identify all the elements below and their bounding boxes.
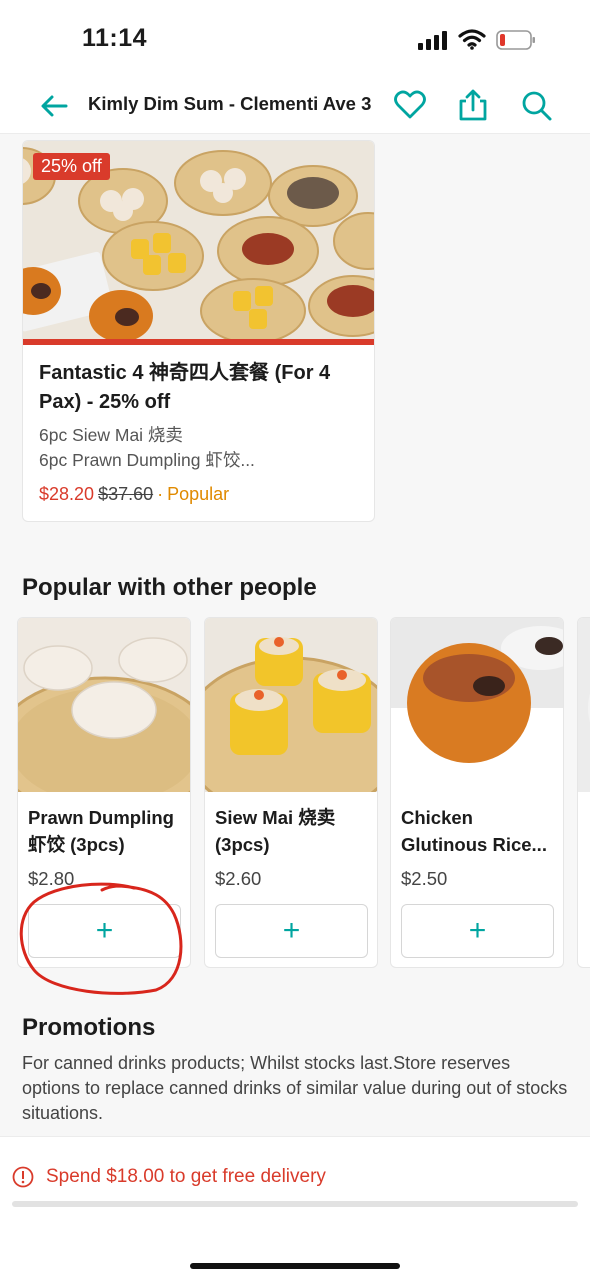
free-delivery-message: Spend $18.00 to get free delivery [46,1166,326,1187]
deal-card[interactable]: 25% off Fantastic 4 神奇四人套餐 (For 4 Pax) -… [22,140,375,522]
share-icon[interactable] [456,88,490,122]
cellular-signal-icon [418,30,448,50]
back-arrow-icon[interactable] [38,90,70,122]
prawn-dumpling-image [18,618,190,792]
status-bar: 11:14 [0,0,590,78]
deal-desc-line: 6pc Prawn Dumpling 虾饺... [39,450,255,470]
deal-price-original: $37.60 [98,484,154,504]
add-to-cart-button[interactable]: + [28,904,181,958]
popular-item-price: $2.50 [401,868,448,889]
store-title: Kimly Dim Sum - Clementi Ave 3 [88,93,372,114]
delivery-progress-bar [12,1201,578,1207]
status-time: 11:14 [82,24,148,52]
battery-icon [496,30,535,50]
popular-item-card[interactable]: Prawn Dumpling 虾饺 (3pcs) $2.80 + [17,617,191,968]
deal-description: 6pc Siew Mai 烧卖 6pc Prawn Dumpling 虾饺... [39,423,255,473]
plus-icon: + [468,914,487,947]
partial-item-image [578,618,590,792]
delivery-footer: Spend $18.00 to get free delivery [0,1136,590,1280]
popular-item-card-partial[interactable] [577,617,590,968]
wifi-icon [458,29,486,50]
price-separator: · [157,484,164,504]
popular-section-title: Popular with other people [22,574,317,601]
add-to-cart-button[interactable]: + [401,904,554,958]
popular-item-price: $2.80 [28,868,75,889]
add-to-cart-button[interactable]: + [215,904,368,958]
heart-icon[interactable] [393,88,427,122]
popular-item-name: Prawn Dumpling 虾饺 (3pcs) [28,807,174,855]
discount-badge: 25% off [33,153,110,180]
deal-title: Fantastic 4 神奇四人套餐 (For 4 Pax) - 25% off [39,362,331,413]
popular-item-card[interactable]: Siew Mai 烧卖 (3pcs) $2.60 + [204,617,378,968]
popular-tag: Popular [167,484,230,504]
plus-icon: + [95,914,114,947]
deal-image-bar [23,339,374,345]
deal-price-current: $28.20 [39,484,95,504]
plus-icon: + [282,914,301,947]
store-page: 11:14 Kimly Dim Sum - Clementi Ave 3 25%… [0,0,590,1280]
store-header: Kimly Dim Sum - Clementi Ave 3 [0,78,590,134]
promotions-text: For canned drinks products; Whilst stock… [22,1053,568,1123]
chicken-glutinous-rice-image [391,618,563,792]
siew-mai-image [205,618,377,792]
promotions-title: Promotions [22,1014,156,1041]
popular-item-card[interactable]: Chicken Glutinous Rice... $2.50 + [390,617,564,968]
popular-item-name: Siew Mai 烧卖 (3pcs) [215,807,336,855]
deal-desc-line: 6pc Siew Mai 烧卖 [39,425,183,445]
info-icon [12,1166,34,1188]
popular-item-price: $2.60 [215,868,262,889]
popular-item-name: Chicken Glutinous Rice... [401,807,547,855]
deal-price-row: $28.20 $37.60 · Popular [39,484,229,505]
home-indicator[interactable] [190,1263,400,1269]
search-icon[interactable] [519,88,553,122]
